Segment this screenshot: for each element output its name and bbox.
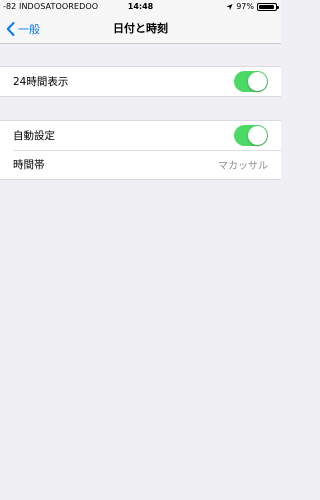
settings-group-display: 24時間表示 (0, 66, 281, 97)
row-label: 24時間表示 (13, 76, 69, 88)
toggle-24-hour-time[interactable] (234, 71, 268, 92)
back-button-label: 一般 (18, 23, 40, 36)
row-time-zone[interactable]: 時間帯 マカッサル (0, 150, 281, 179)
back-button[interactable]: 一般 (6, 14, 40, 44)
chevron-left-icon (6, 22, 15, 36)
page-title: 日付と時刻 (113, 22, 168, 35)
row-label: 自動設定 (13, 130, 55, 142)
status-bar: -82 INDOSATOOREDOO 14:48 97% (0, 0, 281, 14)
battery-percent: 97% (236, 2, 254, 11)
row-label: 時間帯 (13, 159, 45, 171)
toggle-set-automatically[interactable] (234, 125, 268, 146)
battery-icon (257, 3, 279, 11)
time-zone-value: マカッサル (218, 161, 268, 172)
location-arrow-icon (226, 3, 233, 11)
row-24-hour-time: 24時間表示 (0, 67, 281, 96)
settings-group-timezone: 自動設定 時間帯 マカッサル (0, 120, 281, 180)
row-set-automatically: 自動設定 (0, 121, 281, 150)
status-right-group: 97% (226, 0, 279, 14)
navigation-bar: 日付と時刻 一般 (0, 14, 281, 44)
